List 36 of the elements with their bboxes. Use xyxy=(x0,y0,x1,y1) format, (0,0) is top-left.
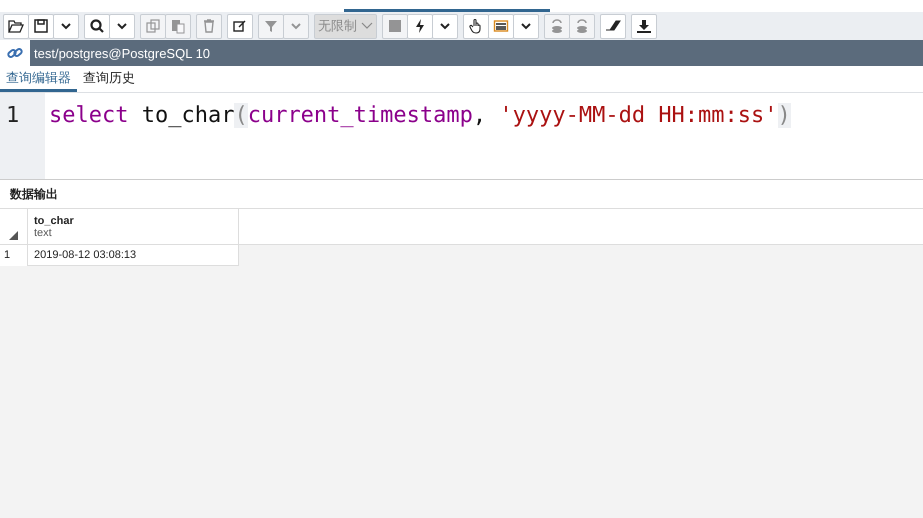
database-icon xyxy=(549,18,565,34)
grid-button[interactable] xyxy=(488,14,514,38)
execute-button[interactable] xyxy=(407,14,433,38)
save-button[interactable] xyxy=(28,14,54,38)
copy-icon xyxy=(145,18,161,34)
dropdown-button[interactable] xyxy=(432,14,458,38)
folder-icon xyxy=(8,18,24,34)
connection-title: test/postgres@PostgreSQL 10 xyxy=(34,46,210,60)
column-name: to_char xyxy=(34,214,75,226)
editor-tab[interactable]: 查询历史 xyxy=(77,66,141,92)
row-number: 1 xyxy=(0,245,28,266)
panel-title: 数据输出 xyxy=(10,186,58,202)
download-icon xyxy=(636,18,652,34)
column-type: text xyxy=(34,226,53,238)
chevron-down-icon xyxy=(361,22,373,30)
edit-button[interactable] xyxy=(227,14,253,38)
dropdown-button[interactable] xyxy=(109,14,135,38)
table-icon xyxy=(493,18,509,34)
trash-icon xyxy=(201,18,217,34)
table-cell: 2019-08-12 03:08:13 xyxy=(28,245,239,266)
database-icon xyxy=(574,18,590,34)
dropdown-button[interactable] xyxy=(53,14,79,38)
code-line: select to_char(current_timestamp, 'yyyy-MM-dd HH:mm:ss') xyxy=(49,103,791,128)
sort-corner-icon xyxy=(9,231,18,240)
clear-button[interactable] xyxy=(600,14,626,38)
download-button[interactable] xyxy=(631,14,657,38)
line-number: 1 xyxy=(5,103,20,128)
edit-icon xyxy=(232,18,248,34)
paste-icon xyxy=(170,18,186,34)
filter-icon xyxy=(263,18,279,34)
dropdown-button[interactable] xyxy=(513,14,539,38)
square-icon xyxy=(387,18,403,34)
search-icon xyxy=(89,18,105,34)
open-folder-button[interactable] xyxy=(3,14,29,38)
search-button[interactable] xyxy=(84,14,110,38)
hand-button[interactable] xyxy=(463,14,489,38)
